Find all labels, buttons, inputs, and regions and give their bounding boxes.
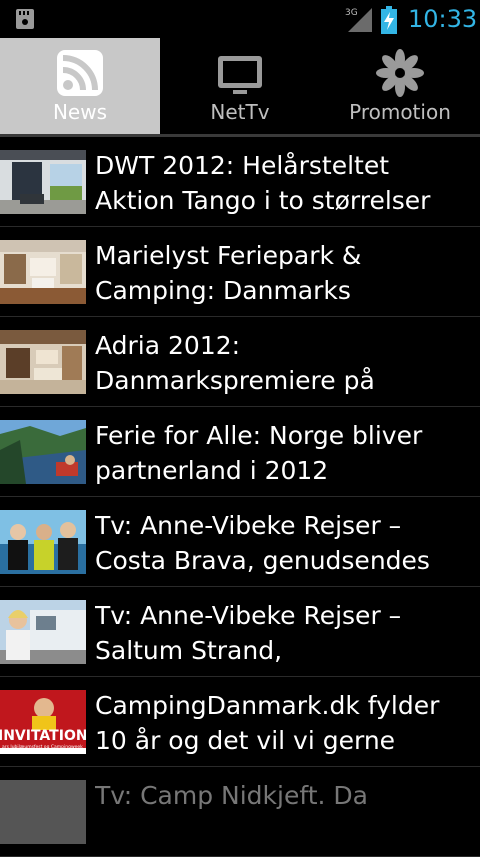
tab-promotion-label: Promotion	[349, 100, 451, 124]
news-title: Tv: Camp Nidkjeft. Da	[95, 781, 368, 810]
news-thumbnail	[0, 420, 86, 484]
flower-icon	[376, 49, 424, 97]
news-title: Adria 2012: Danmarkspremiere på	[95, 331, 375, 395]
list-item[interactable]: Tv: Anne-Vibeke Rejser – Saltum Strand,	[0, 587, 480, 677]
svg-text:INVITATION: INVITATION	[0, 728, 86, 744]
news-title: Ferie for Alle: Norge bliver partnerland…	[95, 421, 423, 485]
signal-icon: 3G	[345, 8, 372, 32]
list-item[interactable]: Tv: Anne-Vibeke Rejser – Costa Brava, ge…	[0, 497, 480, 587]
tab-promotion[interactable]: Promotion	[320, 38, 480, 134]
news-thumbnail	[0, 330, 86, 394]
news-thumbnail	[0, 240, 86, 304]
news-title: DWT 2012: Helårsteltet Aktion Tango i to…	[95, 151, 431, 215]
news-list: DWT 2012: Helårsteltet Aktion Tango i to…	[0, 137, 480, 857]
news-title: Marielyst Feriepark & Camping: Danmarks	[95, 241, 362, 305]
news-title: Tv: Anne-Vibeke Rejser – Saltum Strand,	[95, 601, 402, 665]
list-item[interactable]: Marielyst Feriepark & Camping: Danmarks	[0, 227, 480, 317]
status-time: 10:33	[408, 5, 478, 33]
tab-nettv[interactable]: NetTv	[160, 38, 320, 134]
svg-text:3G: 3G	[345, 8, 358, 18]
tv-icon	[218, 56, 262, 94]
news-thumbnail	[0, 600, 86, 664]
news-title: CampingDanmark.dk fylder 10 år og det vi…	[95, 691, 440, 755]
battery-charging-icon	[381, 6, 397, 34]
tab-bar: News NetTv Promotion	[0, 38, 480, 137]
status-bar: 3G 10:33	[0, 0, 480, 38]
list-item[interactable]: INVITATION ars Jubilæumsfest og Campingw…	[0, 677, 480, 767]
news-title: Tv: Anne-Vibeke Rejser – Costa Brava, ge…	[95, 511, 430, 575]
tab-news[interactable]: News	[0, 38, 160, 134]
news-thumbnail	[0, 510, 86, 574]
list-item[interactable]: Adria 2012: Danmarkspremiere på	[0, 317, 480, 407]
sd-card-icon	[16, 9, 34, 29]
tab-news-label: News	[52, 100, 108, 124]
rss-icon	[57, 50, 103, 96]
news-thumbnail	[0, 150, 86, 214]
tab-nettv-label: NetTv	[210, 100, 270, 124]
list-item[interactable]: Ferie for Alle: Norge bliver partnerland…	[0, 407, 480, 497]
news-thumbnail: INVITATION ars Jubilæumsfest og Campingw…	[0, 690, 86, 754]
news-thumbnail	[0, 780, 86, 844]
list-item[interactable]: DWT 2012: Helårsteltet Aktion Tango i to…	[0, 137, 480, 227]
list-item[interactable]: Tv: Camp Nidkjeft. Da	[0, 767, 480, 857]
